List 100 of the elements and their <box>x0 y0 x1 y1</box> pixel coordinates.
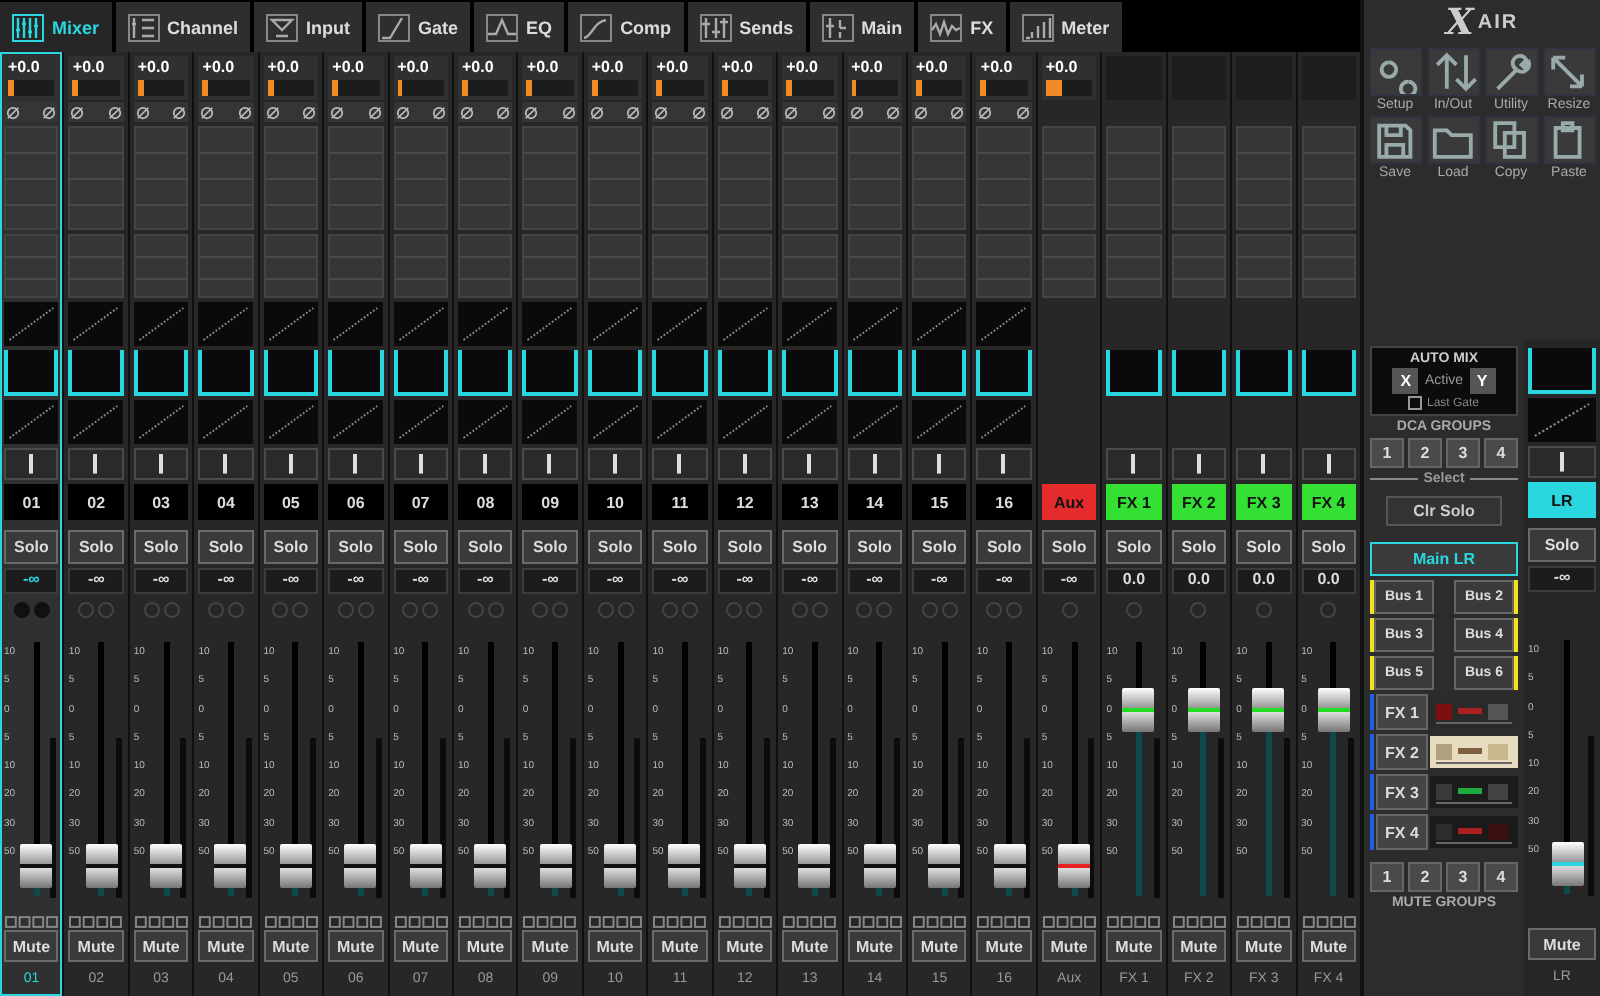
gain-value[interactable]: +0.0 <box>851 58 898 78</box>
channel-label[interactable]: 05 <box>263 484 319 520</box>
gain-panel[interactable]: +0.0 <box>458 56 513 100</box>
pan-indicator[interactable] <box>198 448 254 480</box>
mute-button[interactable]: Mute <box>587 930 643 962</box>
fader-handle[interactable] <box>474 843 507 888</box>
solo-button[interactable]: Solo <box>263 530 319 564</box>
solo-button[interactable]: Solo <box>1106 530 1162 564</box>
eq-graph[interactable] <box>133 350 189 396</box>
phase-icon[interactable] <box>784 105 799 119</box>
fader-handle[interactable] <box>1317 688 1350 733</box>
solo-button[interactable]: Solo <box>782 530 838 564</box>
fader-handle[interactable] <box>863 843 896 888</box>
fader-handle[interactable] <box>1252 688 1285 733</box>
phase-icon[interactable] <box>691 105 706 119</box>
fader-handle[interactable] <box>798 843 831 888</box>
mute-button[interactable]: Mute <box>328 930 384 962</box>
pan-indicator[interactable] <box>717 448 773 480</box>
eq-graph[interactable] <box>1236 350 1292 396</box>
channel-label[interactable]: FX 2 <box>1171 484 1227 520</box>
mute-button[interactable]: Mute <box>393 930 448 962</box>
fx-button[interactable]: FX 1 <box>1376 694 1428 730</box>
solo-button[interactable]: Solo <box>4 530 59 564</box>
gain-value[interactable]: +0.0 <box>916 58 963 78</box>
solo-button[interactable]: Solo <box>458 530 513 564</box>
phase-icon[interactable] <box>978 105 993 119</box>
pan-indicator[interactable] <box>1236 448 1292 480</box>
gain-value[interactable]: +0.0 <box>267 58 315 78</box>
gain-value[interactable]: +0.0 <box>137 58 185 78</box>
dca-button[interactable]: 3 <box>1446 438 1480 468</box>
phase-icon[interactable] <box>524 105 539 119</box>
solo-button[interactable]: Solo <box>976 530 1032 564</box>
gain-panel[interactable]: +0.0 <box>976 56 1032 100</box>
gain-value[interactable]: +0.0 <box>332 58 380 78</box>
channel-label[interactable]: 02 <box>68 484 124 520</box>
phase-icon[interactable] <box>561 105 576 119</box>
main-lr-button[interactable]: Main LR <box>1370 542 1518 576</box>
phase-icon[interactable] <box>719 105 734 119</box>
phase-icon[interactable] <box>950 105 965 119</box>
eq-graph[interactable] <box>1171 350 1227 396</box>
solo-button[interactable]: Solo <box>198 530 254 564</box>
mute-button[interactable]: Mute <box>976 930 1032 962</box>
mute-button[interactable]: Mute <box>68 930 124 962</box>
fader-handle[interactable] <box>1187 688 1220 733</box>
channel-label[interactable]: 15 <box>912 484 967 520</box>
gain-panel[interactable]: +0.0 <box>68 56 124 100</box>
fader-handle[interactable] <box>604 843 637 888</box>
gain-value[interactable]: +0.0 <box>1045 58 1093 78</box>
fx-button[interactable]: FX 3 <box>1376 774 1428 810</box>
eq-graph[interactable] <box>912 350 967 396</box>
channel-label[interactable]: 08 <box>458 484 513 520</box>
eq-graph[interactable] <box>4 350 59 396</box>
phase-icon[interactable] <box>821 105 836 119</box>
pan-indicator[interactable] <box>1528 446 1596 478</box>
fader-handle[interactable] <box>409 843 442 888</box>
fader-handle[interactable] <box>539 843 572 888</box>
pan-indicator[interactable] <box>133 448 189 480</box>
pan-indicator[interactable] <box>587 448 643 480</box>
mute-button[interactable]: Mute <box>912 930 967 962</box>
tab[interactable]: Comp <box>568 2 684 52</box>
clear-solo-button[interactable]: Clr Solo <box>1386 496 1502 526</box>
solo-button[interactable]: Solo <box>587 530 643 564</box>
fader-handle[interactable] <box>1551 841 1583 886</box>
gain-panel[interactable]: +0.0 <box>393 56 448 100</box>
solo-button[interactable]: Solo <box>717 530 773 564</box>
gain-value[interactable]: +0.0 <box>980 58 1028 78</box>
channel-label[interactable]: 14 <box>847 484 902 520</box>
solo-button[interactable]: Solo <box>652 530 708 564</box>
channel-label[interactable]: 06 <box>328 484 384 520</box>
pan-indicator[interactable] <box>652 448 708 480</box>
fader-handle[interactable] <box>733 843 766 888</box>
eq-graph[interactable] <box>717 350 773 396</box>
fx-button[interactable]: FX 4 <box>1376 814 1428 850</box>
solo-button[interactable]: Solo <box>522 530 578 564</box>
gain-panel[interactable]: +0.0 <box>652 56 708 100</box>
pan-indicator[interactable] <box>4 448 59 480</box>
phase-icon[interactable] <box>589 105 604 119</box>
pan-indicator[interactable] <box>68 448 124 480</box>
tab[interactable]: Sends <box>687 2 806 52</box>
phase-icon[interactable] <box>200 105 215 119</box>
tab[interactable]: Channel <box>115 2 251 52</box>
channel-label[interactable]: 13 <box>782 484 838 520</box>
solo-button[interactable]: Solo <box>1041 530 1097 564</box>
gain-panel[interactable]: +0.0 <box>198 56 254 100</box>
mute-button[interactable]: Mute <box>1236 930 1292 962</box>
gain-panel[interactable]: +0.0 <box>328 56 384 100</box>
gain-value[interactable]: +0.0 <box>462 58 509 78</box>
gain-panel[interactable]: +0.0 <box>522 56 578 100</box>
pan-indicator[interactable] <box>912 448 967 480</box>
eq-graph[interactable] <box>522 350 578 396</box>
mute-button[interactable]: Mute <box>522 930 578 962</box>
pan-indicator[interactable] <box>393 448 448 480</box>
gain-value[interactable]: +0.0 <box>721 58 769 78</box>
channel-label[interactable]: 16 <box>976 484 1032 520</box>
eq-graph[interactable] <box>458 350 513 396</box>
phase-icon[interactable] <box>70 105 85 119</box>
mute-button[interactable]: Mute <box>458 930 513 962</box>
pan-indicator[interactable] <box>458 448 513 480</box>
channel-label[interactable]: 01 <box>4 484 59 520</box>
mute-group-button[interactable]: 4 <box>1484 862 1518 892</box>
